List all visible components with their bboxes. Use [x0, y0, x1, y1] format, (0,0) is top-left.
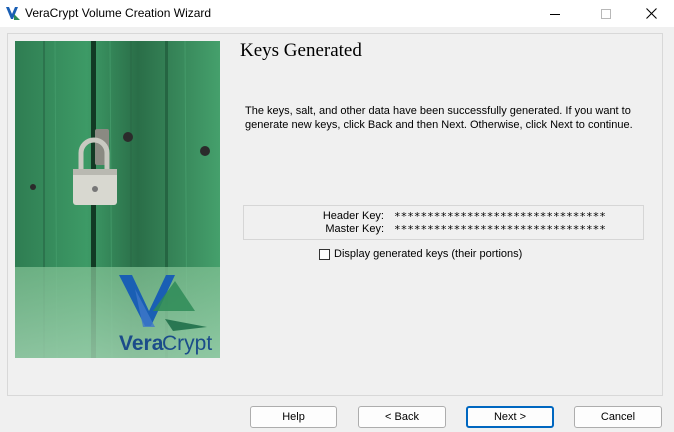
maximize-icon: [601, 8, 611, 19]
logo-text-crypt: Crypt: [162, 332, 212, 355]
header-key-label: Header Key:: [322, 210, 384, 222]
info-text: The keys, salt, and other data have been…: [245, 105, 633, 131]
side-banner: Vera Crypt: [15, 41, 220, 358]
close-icon: [645, 8, 657, 19]
title-bar: VeraCrypt Volume Creation Wizard: [0, 0, 674, 27]
cancel-button[interactable]: Cancel: [574, 406, 662, 428]
help-button[interactable]: Help: [250, 406, 337, 428]
master-key-row: Master Key: ****************************…: [244, 223, 645, 237]
master-key-label: Master Key:: [325, 223, 384, 235]
minimize-button[interactable]: [532, 0, 578, 27]
master-key-value: ********************************: [394, 223, 606, 236]
back-button[interactable]: < Back: [358, 406, 446, 428]
display-keys-option[interactable]: Display generated keys (their portions): [319, 247, 522, 261]
header-key-value: ********************************: [394, 210, 606, 223]
minimize-icon: [550, 13, 560, 15]
window-title: VeraCrypt Volume Creation Wizard: [25, 6, 212, 20]
keys-display-box: Header Key: ****************************…: [243, 205, 644, 240]
maximize-button[interactable]: [583, 0, 629, 27]
next-button[interactable]: Next >: [466, 406, 554, 428]
padlock-door-image: Vera Crypt: [15, 41, 220, 358]
veracrypt-app-icon: [6, 7, 20, 20]
logo-text-vera: Vera: [119, 332, 164, 355]
close-button[interactable]: [628, 0, 674, 27]
header-key-row: Header Key: ****************************…: [244, 210, 645, 224]
display-keys-label[interactable]: Display generated keys (their portions): [334, 248, 522, 260]
display-keys-checkbox[interactable]: [319, 248, 330, 260]
page-title: Keys Generated: [240, 40, 362, 61]
